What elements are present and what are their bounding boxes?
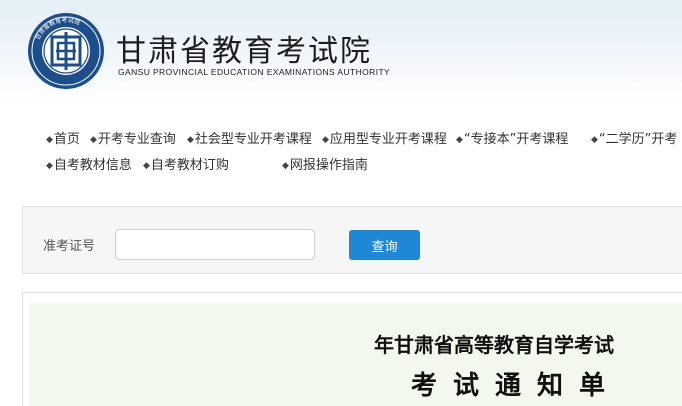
nav-item-label: 社会型专业开考课程	[194, 132, 312, 147]
nav-item-label: 首页	[53, 132, 80, 147]
nav-item-textbook-info[interactable]: ◆自考教材信息	[46, 154, 132, 173]
nav-item-label: 应用型专业开考课程	[329, 132, 447, 147]
main-nav: ◆首页 ◆开考专业查询 ◆社会型专业开考课程 ◆应用型专业开考课程 ◆“专接本”…	[44, 128, 682, 180]
nav-item-label: 自考教材订购	[150, 158, 229, 173]
diamond-bullet-icon: ◆	[46, 161, 53, 171]
nav-item-social-courses[interactable]: ◆社会型专业开考课程	[187, 128, 312, 147]
notice-body: 年甘肃省高等教育自学考试 考试通知单	[29, 303, 682, 406]
nav-row-1: ◆首页 ◆开考专业查询 ◆社会型专业开考课程 ◆应用型专业开考课程 ◆“专接本”…	[44, 128, 682, 154]
nav-item-applied-courses[interactable]: ◆应用型专业开考课程	[322, 128, 447, 147]
site-title[interactable]: 甘肃省教育考试院	[116, 26, 372, 70]
site-subtitle: GANSU PROVINCIAL EDUCATION EXAMINATIONS …	[118, 67, 391, 77]
exam-authority-emblem-icon[interactable]: 甘肃省教育考试院	[27, 12, 105, 90]
diamond-bullet-icon: ◆	[456, 135, 463, 145]
diamond-bullet-icon: ◆	[322, 135, 329, 145]
diamond-bullet-icon: ◆	[46, 135, 53, 145]
nav-item-major-query[interactable]: ◆开考专业查询	[90, 128, 176, 147]
diamond-bullet-icon: ◆	[143, 161, 150, 171]
nav-item-label: 开考专业查询	[97, 132, 176, 147]
site-header: 甘肃省教育考试院 甘肃省教育考试院 GANSU PROVINCIAL EDUCA…	[0, 0, 682, 102]
nav-item-bachelor-upgrade-courses[interactable]: ◆“专接本”开考课程	[456, 128, 568, 147]
diamond-bullet-icon: ◆	[282, 161, 289, 171]
ticket-number-label: 准考证号	[43, 239, 96, 254]
notice-title: 年甘肃省高等教育自学考试	[374, 333, 614, 357]
nav-item-online-guide[interactable]: ◆网报操作指南	[282, 154, 368, 173]
query-button[interactable]: 查询	[349, 230, 420, 260]
notice-card: 年甘肃省高等教育自学考试 考试通知单	[22, 292, 682, 406]
nav-item-label: 自考教材信息	[53, 158, 132, 173]
diamond-bullet-icon: ◆	[591, 135, 598, 145]
diamond-bullet-icon: ◆	[90, 135, 97, 145]
nav-item-label: 网报操作指南	[289, 158, 368, 173]
nav-item-label: “专接本”开考课程	[463, 132, 569, 147]
notice-subtitle: 考试通知单	[411, 371, 622, 401]
diamond-bullet-icon: ◆	[187, 135, 194, 145]
nav-row-2: ◆自考教材信息 ◆自考教材订购 ◆网报操作指南	[44, 154, 682, 180]
ticket-number-input[interactable]	[115, 229, 315, 260]
nav-item-second-degree-courses[interactable]: ◆“二学历”开考	[591, 128, 677, 147]
search-panel: 准考证号 查询	[22, 206, 682, 274]
nav-item-textbook-order[interactable]: ◆自考教材订购	[143, 154, 229, 173]
nav-item-home[interactable]: ◆首页	[46, 128, 80, 147]
nav-item-label: “二学历”开考	[598, 132, 678, 147]
